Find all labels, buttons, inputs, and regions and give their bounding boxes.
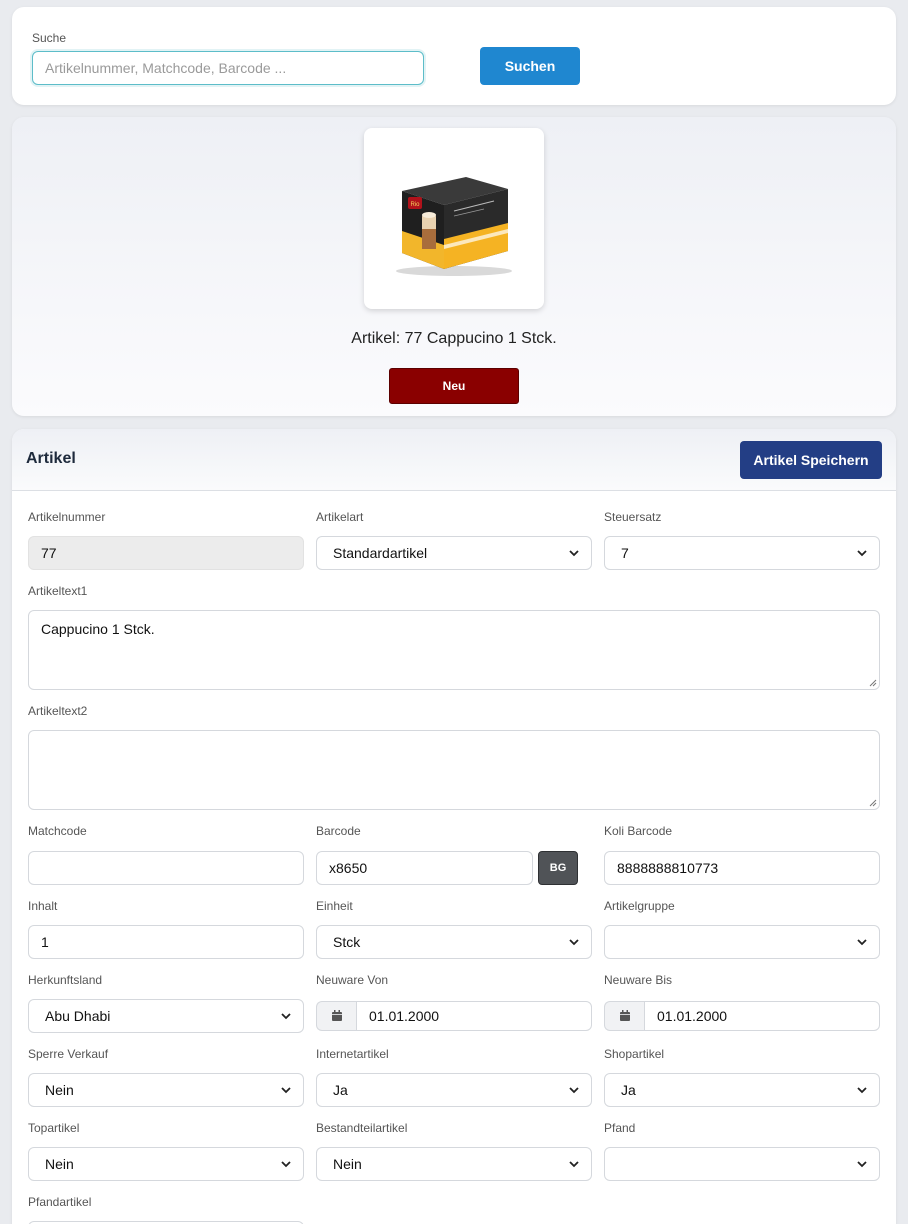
neuware-von-input[interactable]: 01.01.2000 [356, 1001, 592, 1031]
herkunftsland-value: Abu Dhabi [45, 1008, 111, 1024]
artikelnummer-value: 77 [41, 545, 57, 561]
artikelart-value: Standardartikel [333, 545, 428, 561]
topartikel-label: Topartikel [28, 1121, 80, 1135]
calendar-button[interactable] [604, 1001, 644, 1031]
inhalt-input[interactable]: 1 [28, 925, 304, 959]
calendar-button[interactable] [316, 1001, 356, 1031]
steuersatz-value: 7 [621, 545, 629, 561]
coffee-capsule-box-image: Rio [396, 176, 512, 276]
pfand-label: Pfand [604, 1121, 636, 1135]
koli-barcode-input[interactable]: 8888888810773 [604, 851, 880, 885]
sperre-verkauf-value: Nein [45, 1082, 74, 1098]
chevron-down-icon [857, 550, 867, 557]
neuware-von-value: 01.01.2000 [369, 1008, 440, 1024]
artikelgruppe-select[interactable] [604, 925, 880, 959]
search-card: Suche Suchen [12, 7, 896, 105]
neuware-bis-input[interactable]: 01.01.2000 [644, 1001, 880, 1031]
steuersatz-label: Steuersatz [604, 510, 662, 524]
chevron-down-icon [569, 939, 579, 946]
chevron-down-icon [281, 1087, 291, 1094]
chevron-down-icon [569, 1087, 579, 1094]
artikeltext1-value: Cappucino 1 Stck. [41, 621, 155, 637]
new-button[interactable]: Neu [389, 368, 519, 404]
barcode-input[interactable]: x8650 [316, 851, 533, 885]
artikelgruppe-label: Artikelgruppe [604, 899, 675, 913]
chevron-down-icon [857, 1161, 867, 1168]
calendar-icon [619, 1010, 630, 1021]
einheit-select[interactable]: Stck [316, 925, 592, 959]
artikeltext1-textarea[interactable]: Cappucino 1 Stck. [28, 610, 880, 690]
matchcode-label: Matchcode [28, 824, 87, 838]
product-card: Rio Artikel: 77 Cappucino 1 Stck. Neu [12, 117, 896, 416]
internetartikel-label: Internetartikel [316, 1047, 389, 1061]
article-heading: Artikel [26, 450, 76, 467]
bestandteilartikel-value: Nein [333, 1156, 362, 1172]
herkunftsland-label: Herkunftsland [28, 973, 103, 987]
shopartikel-value: Ja [621, 1082, 636, 1098]
neuware-bis-value: 01.01.2000 [657, 1008, 728, 1024]
resize-handle-icon[interactable] [869, 679, 877, 687]
shopartikel-select[interactable]: Ja [604, 1073, 880, 1107]
artikelnummer-label: Artikelnummer [28, 510, 106, 524]
article-card: Artikel Artikel Speichern Artikelnummer … [12, 429, 896, 1224]
chevron-down-icon [569, 550, 579, 557]
pfand-select[interactable] [604, 1147, 880, 1181]
artikelart-label: Artikelart [316, 510, 364, 524]
chevron-down-icon [281, 1161, 291, 1168]
neuware-von-label: Neuware Von [316, 973, 389, 987]
einheit-label: Einheit [316, 899, 353, 913]
artikeltext1-label: Artikeltext1 [28, 584, 88, 598]
resize-handle-icon[interactable] [869, 799, 877, 807]
bestandteilartikel-label: Bestandteilartikel [316, 1121, 408, 1135]
topartikel-value: Nein [45, 1156, 74, 1172]
save-article-button[interactable]: Artikel Speichern [740, 441, 882, 479]
artikelart-select[interactable]: Standardartikel [316, 536, 592, 570]
article-header: Artikel Artikel Speichern [12, 429, 896, 491]
herkunftsland-select[interactable]: Abu Dhabi [28, 999, 304, 1033]
chevron-down-icon [569, 1161, 579, 1168]
pfandartikel-label: Pfandartikel [28, 1195, 92, 1209]
matchcode-input[interactable] [28, 851, 304, 885]
artikelnummer-field: 77 [28, 536, 304, 570]
barcode-label: Barcode [316, 824, 361, 838]
neuware-bis-datepicker[interactable]: 01.01.2000 [604, 1001, 880, 1031]
koli-barcode-value: 8888888810773 [617, 860, 719, 876]
barcode-generate-button[interactable]: BG [538, 851, 578, 885]
neuware-von-datepicker[interactable]: 01.01.2000 [316, 1001, 592, 1031]
inhalt-label: Inhalt [28, 899, 58, 913]
shopartikel-label: Shopartikel [604, 1047, 665, 1061]
chevron-down-icon [857, 939, 867, 946]
einheit-value: Stck [333, 934, 361, 950]
sperre-verkauf-select[interactable]: Nein [28, 1073, 304, 1107]
calendar-icon [331, 1010, 342, 1021]
svg-text:Rio: Rio [410, 202, 420, 208]
koli-barcode-label: Koli Barcode [604, 824, 673, 838]
barcode-value: x8650 [329, 860, 368, 876]
artikeltext2-textarea[interactable] [28, 730, 880, 810]
sperre-verkauf-label: Sperre Verkauf [28, 1047, 109, 1061]
product-image: Rio [364, 128, 544, 309]
chevron-down-icon [281, 1013, 291, 1020]
steuersatz-select[interactable]: 7 [604, 536, 880, 570]
neuware-bis-label: Neuware Bis [604, 973, 673, 987]
internetartikel-select[interactable]: Ja [316, 1073, 592, 1107]
topartikel-select[interactable]: Nein [28, 1147, 304, 1181]
search-button[interactable]: Suchen [480, 47, 580, 85]
chevron-down-icon [857, 1087, 867, 1094]
search-label: Suche [32, 31, 67, 45]
artikeltext2-label: Artikeltext2 [28, 704, 88, 718]
internetartikel-value: Ja [333, 1082, 348, 1098]
product-title: Artikel: 77 Cappucino 1 Stck. [351, 330, 557, 347]
inhalt-value: 1 [41, 934, 49, 950]
bestandteilartikel-select[interactable]: Nein [316, 1147, 592, 1181]
search-input[interactable] [32, 51, 424, 85]
